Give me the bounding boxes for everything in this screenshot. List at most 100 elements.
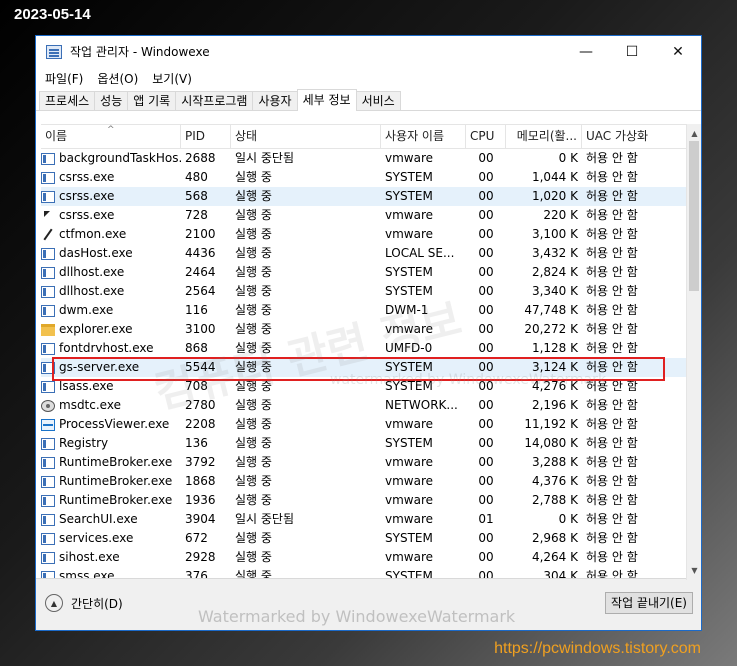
table-row[interactable]: csrss.exe 728 실행 중 vmware 00 220 K 허용 안 함 [41, 206, 701, 225]
vertical-scrollbar[interactable]: ▲ ▼ [686, 124, 701, 580]
tab-app-history[interactable]: 앱 기록 [127, 91, 177, 110]
table-row[interactable]: services.exe 672 실행 중 SYSTEM 00 2,968 K 허용 안 함 [41, 529, 701, 548]
table-row[interactable]: smss.exe 376 실행 중 SYSTEM 00 304 K 허용 안 함 [41, 567, 701, 578]
column-header-cpu[interactable]: CPU [466, 125, 506, 148]
process-pid: 708 [185, 379, 208, 393]
minimize-button[interactable]: — [563, 36, 609, 67]
table-row[interactable]: dasHost.exe 4436 실행 중 LOCAL SE... 00 3,432 K 허… [41, 244, 701, 263]
menu-options[interactable]: 옵션(O) [90, 70, 145, 87]
process-name: Registry [59, 436, 109, 450]
table-row[interactable]: sihost.exe 2928 실행 중 vmware 00 4,264 K 허용 안 함 [41, 548, 701, 567]
table-row[interactable]: csrss.exe 480 실행 중 SYSTEM 00 1,044 K 허용 안 함 [41, 168, 701, 187]
tab-processes[interactable]: 프로세스 [39, 91, 96, 110]
table-row[interactable]: SearchUI.exe 3904 일시 중단됨 vmware 01 0 K 허용 안 함 [41, 510, 701, 529]
column-header-uac[interactable]: UAC 가상화 [582, 125, 682, 148]
tab-performance[interactable]: 성능 [94, 91, 129, 110]
tab-startup[interactable]: 시작프로그램 [175, 91, 254, 110]
process-cpu: 00 [478, 550, 494, 564]
process-pid: 136 [185, 436, 208, 450]
scroll-up-icon[interactable]: ▲ [687, 126, 702, 141]
window-title: 작업 관리자 - Windowexe [70, 45, 210, 59]
process-state: 실행 중 [235, 569, 272, 578]
process-memory: 4,276 K [531, 379, 578, 393]
process-name-cell: lsass.exe [41, 377, 181, 396]
tab-users[interactable]: 사용자 [252, 91, 298, 110]
window-icon [41, 437, 55, 450]
table-row[interactable]: dllhost.exe 2464 실행 중 SYSTEM 00 2,824 K 허용 안 함 [41, 263, 701, 282]
process-memory: 2,824 K [531, 265, 578, 279]
process-cpu: 00 [478, 284, 494, 298]
process-state: 일시 중단됨 [235, 151, 295, 165]
date-stamp: 2023-05-14 [14, 6, 91, 23]
window-icon [41, 285, 55, 298]
process-name: csrss.exe [59, 208, 115, 222]
process-name-cell: dwm.exe [41, 301, 181, 320]
menu-view[interactable]: 보기(V) [145, 70, 199, 87]
tab-details[interactable]: 세부 정보 [296, 89, 357, 111]
close-button[interactable]: ✕ [655, 36, 701, 67]
column-header-memory[interactable]: 메모리(활... [506, 125, 582, 148]
column-header-state[interactable]: 상태 [231, 125, 381, 148]
table-row[interactable]: ctfmon.exe 2100 실행 중 vmware 00 3,100 K 허용 안 함 [41, 225, 701, 244]
process-memory: 0 K [558, 512, 578, 526]
process-name: dllhost.exe [59, 284, 125, 298]
process-uac: 허용 안 함 [586, 379, 638, 393]
process-name-cell: csrss.exe [41, 187, 181, 206]
table-row[interactable]: ProcessViewer.exe 2208 실행 중 vmware 00 11,192 … [41, 415, 701, 434]
process-name: backgroundTaskHos... [59, 151, 181, 165]
table-row[interactable]: csrss.exe 568 실행 중 SYSTEM 00 1,020 K 허용 안 함 [41, 187, 701, 206]
title-bar[interactable]: 작업 관리자 - Windowexe — ☐ ✕ [36, 36, 701, 67]
process-user: DWM-1 [385, 303, 429, 317]
end-task-button[interactable]: 작업 끝내기(E) [605, 592, 693, 614]
process-user: SYSTEM [385, 284, 433, 298]
process-state: 실행 중 [235, 265, 272, 279]
table-row[interactable]: RuntimeBroker.exe 3792 실행 중 vmware 00 3,288 K… [41, 453, 701, 472]
process-memory: 3,432 K [531, 246, 578, 260]
process-name-cell: ctfmon.exe [41, 225, 181, 244]
table-row[interactable]: explorer.exe 3100 실행 중 vmware 00 20,272 K 허용 안… [41, 320, 701, 339]
table-row[interactable]: RuntimeBroker.exe 1936 실행 중 vmware 00 2,788 K… [41, 491, 701, 510]
process-name-cell: services.exe [41, 529, 181, 548]
process-uac: 허용 안 함 [586, 265, 638, 279]
process-name: gs-server.exe [59, 360, 140, 374]
process-uac: 허용 안 함 [586, 531, 638, 545]
process-name: RuntimeBroker.exe [59, 474, 173, 488]
table-row[interactable]: lsass.exe 708 실행 중 SYSTEM 00 4,276 K 허용 안 함 [41, 377, 701, 396]
process-uac: 허용 안 함 [586, 474, 638, 488]
tab-services[interactable]: 서비스 [355, 91, 401, 110]
process-state: 실행 중 [235, 455, 272, 469]
process-state: 실행 중 [235, 284, 272, 298]
process-cpu: 00 [478, 246, 494, 260]
maximize-button[interactable]: ☐ [609, 36, 655, 67]
process-user: vmware [385, 493, 434, 507]
table-row[interactable]: dwm.exe 116 실행 중 DWM-1 00 47,748 K 허용 안 함 [41, 301, 701, 320]
process-state: 실행 중 [235, 208, 272, 222]
column-header-user[interactable]: 사용자 이름 [381, 125, 466, 148]
table-row[interactable]: dllhost.exe 2564 실행 중 SYSTEM 00 3,340 K 허용 안 함 [41, 282, 701, 301]
process-uac: 허용 안 함 [586, 417, 638, 431]
menu-file[interactable]: 파일(F) [38, 70, 90, 87]
process-state: 실행 중 [235, 360, 272, 374]
column-header-pid[interactable]: PID [181, 125, 231, 148]
process-cpu: 00 [478, 322, 494, 336]
scroll-down-icon[interactable]: ▼ [687, 563, 702, 578]
table-row[interactable]: gs-server.exe 5544 실행 중 SYSTEM 00 3,124 K 허용 안… [41, 358, 701, 377]
table-row[interactable]: Registry 136 실행 중 SYSTEM 00 14,080 K 허용 안 함 [41, 434, 701, 453]
process-memory: 4,376 K [531, 474, 578, 488]
table-row[interactable]: RuntimeBroker.exe 1868 실행 중 vmware 00 4,376 K… [41, 472, 701, 491]
collapse-button[interactable]: ▲ 간단히(D) [45, 594, 123, 612]
process-user: vmware [385, 417, 434, 431]
process-memory: 2,196 K [531, 398, 578, 412]
table-row[interactable]: fontdrvhost.exe 868 실행 중 UMFD-0 00 1,128 K 허용 … [41, 339, 701, 358]
process-uac: 허용 안 함 [586, 303, 638, 317]
process-uac: 허용 안 함 [586, 569, 638, 578]
process-pid: 5544 [185, 360, 216, 374]
table-row[interactable]: backgroundTaskHos... 2688 일시 중단됨 vmware 00 0 … [41, 149, 701, 168]
scroll-thumb[interactable] [689, 141, 699, 291]
process-name: sihost.exe [59, 550, 120, 564]
process-name-cell: sihost.exe [41, 548, 181, 567]
footer-bar: ▲ 간단히(D) 작업 끝내기(E) [36, 578, 701, 630]
table-row[interactable]: msdtc.exe 2780 실행 중 NETWORK... 00 2,196 K 허용 안… [41, 396, 701, 415]
process-state: 실행 중 [235, 379, 272, 393]
process-pid: 3100 [185, 322, 216, 336]
